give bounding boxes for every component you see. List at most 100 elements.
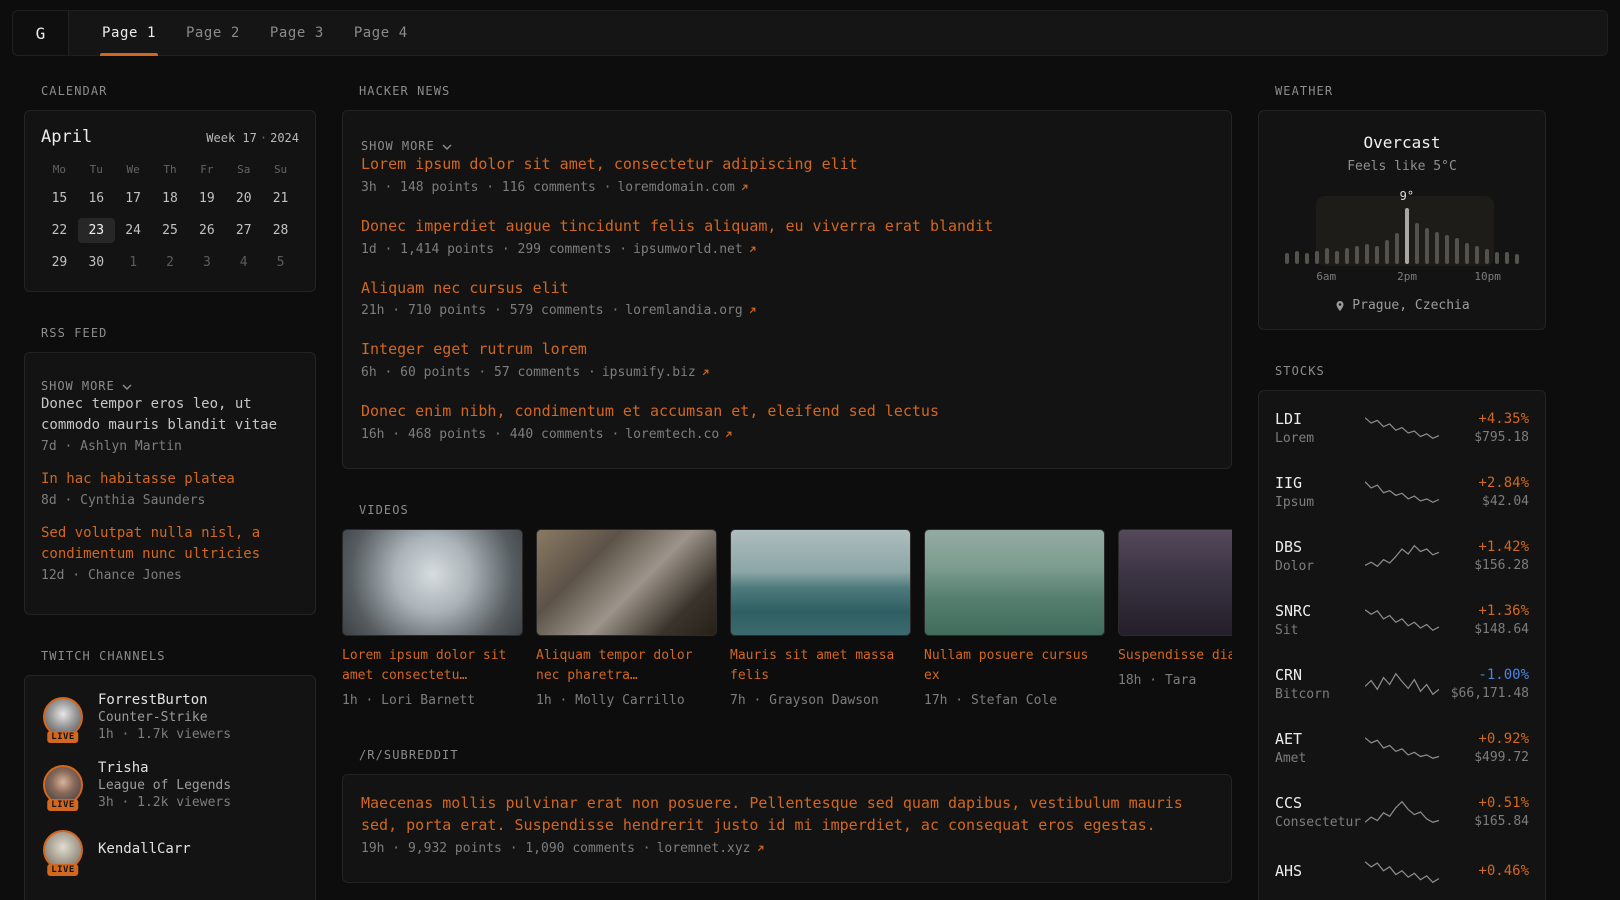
channel-name-link[interactable]: KendallCarr [98,841,191,857]
channel-name-link[interactable]: ForrestBurton [98,692,231,708]
rss-title-link[interactable]: Sed volutpat nulla nisl, a condimentum n… [41,523,299,565]
stock-row[interactable]: AHS +0.46% [1275,844,1529,900]
stock-price: $499.72 [1439,750,1529,765]
calendar-day[interactable]: 23 [78,218,115,243]
stock-name: Bitcorn [1275,687,1365,702]
stock-values: +0.46% [1439,863,1529,882]
stock-id: SNRC Sit [1275,602,1365,638]
calendar-day[interactable]: 27 [225,218,262,243]
stock-price: $66,171.48 [1439,686,1529,701]
videos-row: Lorem ipsum dolor sit amet consectetu… 1… [342,529,1232,708]
rss-item: In hac habitasse platea 8d · Cynthia Sau… [41,469,299,508]
calendar-day[interactable]: 5 [262,250,299,275]
calendar-day[interactable]: 26 [188,218,225,243]
stock-values: -1.00% $66,171.48 [1439,667,1529,701]
stock-row[interactable]: SNRC Sit +1.36% $148.64 [1275,588,1529,652]
weather-bar [1465,243,1469,264]
twitch-channel[interactable]: LIVE Trisha League of Legends 3h · 1.2k … [41,760,299,810]
calendar-day[interactable]: 25 [152,218,189,243]
calendar-day[interactable]: 15 [41,186,78,211]
video-title-link[interactable]: Aliquam tempor dolor nec pharetra… [536,646,717,686]
calendar-day[interactable]: 22 [41,218,78,243]
calendar-day[interactable]: 29 [41,250,78,275]
calendar-day[interactable]: 20 [225,186,262,211]
video-thumbnail[interactable] [1118,529,1232,636]
video-thumbnail[interactable] [342,529,523,636]
app-logo: G [13,11,69,55]
nav-tab[interactable]: Page 1 [87,11,171,55]
news-title-link[interactable]: Integer eget rutrum lorem [361,339,1213,361]
videos-section: VIDEOS Lorem ipsum dolor sit amet consec… [342,503,1232,708]
post-title-link[interactable]: Maecenas mollis pulvinar erat non posuer… [361,793,1213,837]
video-title-link[interactable]: Suspendisse diam [1118,646,1232,666]
stock-name: Amet [1275,751,1365,766]
calendar-day[interactable]: 19 [188,186,225,211]
stock-sparkline [1365,858,1439,886]
video-meta: 18h · Tara [1118,673,1232,688]
hackernews-show-more-button[interactable]: SHOW MORE [361,139,452,153]
twitch-channel[interactable]: LIVE KendallCarr [41,828,299,872]
calendar-day[interactable]: 4 [225,250,262,275]
chevron-down-icon [122,379,132,393]
calendar-day[interactable]: 17 [115,186,152,211]
calendar-day[interactable]: 28 [262,218,299,243]
stock-row[interactable]: AET Amet +0.92% $499.72 [1275,716,1529,780]
external-link[interactable]: ipsumify.biz [602,365,711,380]
stock-change: +0.92% [1439,731,1529,747]
external-link[interactable]: loremdomain.com [617,180,749,195]
stock-row[interactable]: IIG Ipsum +2.84% $42.04 [1275,460,1529,524]
external-link[interactable]: ipsumworld.net [633,242,758,257]
external-link[interactable]: loremtech.co [625,427,734,442]
news-title-link[interactable]: Lorem ipsum dolor sit amet, consectetur … [361,154,1213,176]
calendar-day-header: We [115,159,152,180]
stock-row[interactable]: CCS Consectetur +0.51% $165.84 [1275,780,1529,844]
news-meta: 16h · 468 points · 440 comments · loremt… [361,427,1213,442]
news-title-link[interactable]: Aliquam nec cursus elit [361,278,1213,300]
external-link[interactable]: loremnet.xyz [657,841,766,856]
stock-values: +4.35% $795.18 [1439,411,1529,445]
news-title-link[interactable]: Donec imperdiet augue tincidunt felis al… [361,216,1213,238]
channel-name-link[interactable]: Trisha [98,760,231,776]
rss-title-link[interactable]: Donec tempor eros leo, ut commodo mauris… [41,394,299,436]
calendar-day[interactable]: 21 [262,186,299,211]
news-item: Lorem ipsum dolor sit amet, consectetur … [361,154,1213,195]
twitch-channel[interactable]: LIVE ForrestBurton Counter-Strike 1h · 1… [41,692,299,742]
nav-tab[interactable]: Page 3 [255,11,339,55]
video-title-link[interactable]: Mauris sit amet massa felis [730,646,911,686]
nav-tab[interactable]: Page 2 [171,11,255,55]
stock-change: +1.36% [1439,603,1529,619]
stock-symbol: DBS [1275,538,1365,556]
stock-row[interactable]: DBS Dolor +1.42% $156.28 [1275,524,1529,588]
video-thumbnail[interactable] [730,529,911,636]
weather-bar [1475,246,1479,264]
stock-row[interactable]: CRN Bitcorn -1.00% $66,171.48 [1275,652,1529,716]
video-card: Lorem ipsum dolor sit amet consectetu… 1… [342,529,523,708]
video-title-link[interactable]: Lorem ipsum dolor sit amet consectetu… [342,646,523,686]
news-meta: 21h · 710 points · 579 comments · loreml… [361,303,1213,318]
external-link[interactable]: loremlandia.org [625,303,757,318]
calendar-day[interactable]: 18 [152,186,189,211]
calendar-day[interactable]: 3 [188,250,225,275]
calendar-grid: 15 16 17 18 19 20 21 22 [41,186,299,275]
stock-price: $148.64 [1439,622,1529,637]
video-title-link[interactable]: Nullam posuere cursus ex [924,646,1105,686]
video-thumbnail[interactable] [924,529,1105,636]
calendar-day[interactable]: 24 [115,218,152,243]
stock-row[interactable]: LDI Lorem +4.35% $795.18 [1275,396,1529,460]
rss-meta: 12d · Chance Jones [41,568,299,583]
weather-time-labels: 6am 2pm 10pm [1281,270,1523,284]
channel-meta: 1h · 1.7k viewers [98,727,231,742]
nav-tab[interactable]: Page 4 [339,11,423,55]
calendar-day[interactable]: 2 [152,250,189,275]
calendar-day[interactable]: 16 [78,186,115,211]
section-title-subreddit: /R/SUBREDDIT [359,748,1232,762]
stock-sparkline [1365,542,1439,570]
rss-show-more-button[interactable]: SHOW MORE [41,379,132,393]
news-title-link[interactable]: Donec enim nibh, condimentum et accumsan… [361,401,1213,423]
calendar-day[interactable]: 30 [78,250,115,275]
rss-title-link[interactable]: In hac habitasse platea [41,469,299,490]
weather-bar [1505,252,1509,264]
video-thumbnail[interactable] [536,529,717,636]
stock-name: Lorem [1275,431,1365,446]
calendar-day[interactable]: 1 [115,250,152,275]
